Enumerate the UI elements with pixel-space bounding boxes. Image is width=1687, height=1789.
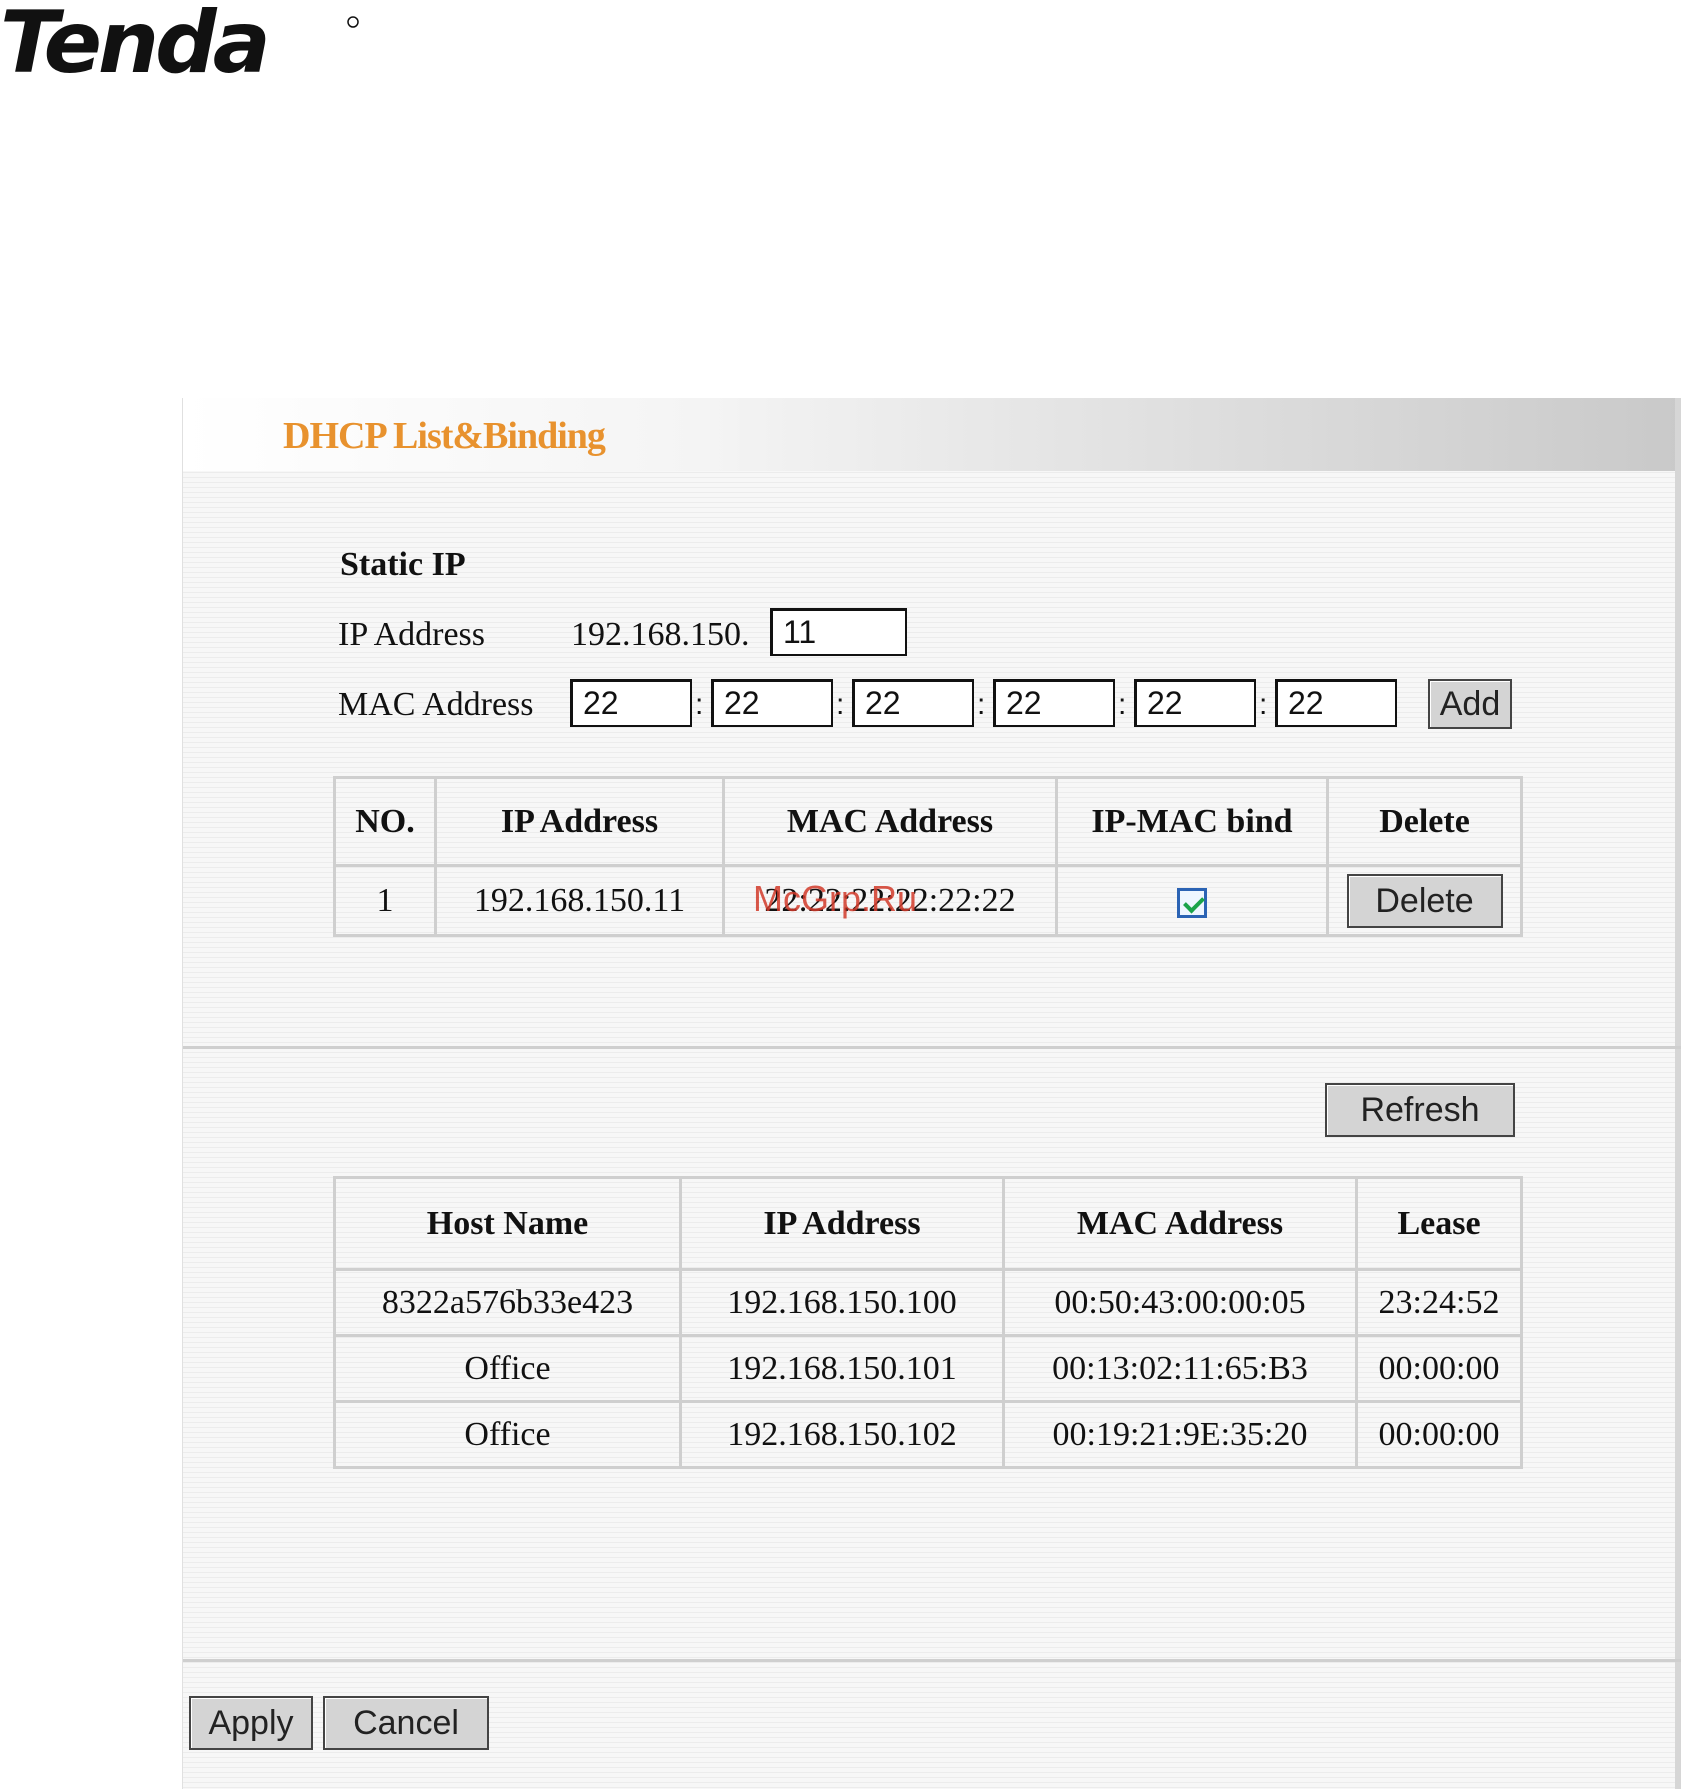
svg-text:Tenda: Tenda (0, 0, 267, 90)
mac-octet-6-input[interactable] (1275, 679, 1397, 727)
cell-no: 1 (333, 864, 437, 937)
mac-octet-5-input[interactable] (1134, 679, 1256, 727)
panel-edge (1675, 398, 1681, 1789)
table-row: 8322a576b33e423 192.168.150.100 00:50:43… (333, 1268, 1523, 1337)
col-header-delete: Delete (1326, 776, 1523, 867)
tenda-logo-wordmark: Tenda (0, 0, 271, 90)
delete-button[interactable]: Delete (1346, 873, 1503, 928)
title-bar: DHCP List&Binding (183, 398, 1681, 471)
cell-delete: Delete (1326, 864, 1523, 937)
add-button[interactable]: Add (1428, 679, 1512, 729)
static-ip-title: Static IP (340, 546, 466, 583)
refresh-button[interactable]: Refresh (1325, 1083, 1515, 1137)
ip-last-octet-input[interactable] (770, 608, 907, 656)
cell-ip-address: 192.168.150.11 (434, 864, 725, 937)
mac-separator: : (695, 688, 704, 721)
cell-ip-mac-bind (1055, 864, 1329, 937)
binding-table: NO. IP Address MAC Address IP-MAC bind D… (333, 776, 1523, 937)
table-row: Office 192.168.150.101 00:13:02:11:65:B3… (333, 1334, 1523, 1403)
mac-separator: : (1118, 688, 1127, 721)
section-divider (183, 1046, 1681, 1049)
cell-mac-address: 00:19:21:9E:35:20 (1002, 1400, 1358, 1469)
cancel-button[interactable]: Cancel (323, 1696, 489, 1750)
footer-divider (183, 1659, 1681, 1662)
col-header-lease: Lease (1355, 1176, 1523, 1271)
col-header-no: NO. (333, 776, 437, 867)
mac-octet-4-input[interactable] (993, 679, 1115, 727)
col-header-ip-mac-bind: IP-MAC bind (1055, 776, 1329, 867)
cell-mac-address: 00:13:02:11:65:B3 (1002, 1334, 1358, 1403)
ip-prefix: 192.168.150. (571, 616, 750, 653)
mac-address-label: MAC Address (338, 686, 534, 723)
dhcp-clients-table: Host Name IP Address MAC Address Lease 8… (333, 1176, 1523, 1469)
cell-ip-address: 192.168.150.102 (679, 1400, 1005, 1469)
col-header-mac-address: MAC Address (722, 776, 1058, 867)
mac-octet-1-input[interactable] (570, 679, 692, 727)
watermark-text: McGrp.Ru (753, 878, 918, 919)
cell-mac-address: 00:50:43:00:00:05 (1002, 1268, 1358, 1337)
cell-ip-address: 192.168.150.101 (679, 1334, 1005, 1403)
cell-lease: 00:00:00 (1355, 1334, 1523, 1403)
ip-mac-bind-checkbox[interactable] (1177, 887, 1207, 918)
page-title: DHCP List&Binding (283, 415, 606, 457)
mac-separator: : (836, 688, 845, 721)
cell-host-name: 8322a576b33e423 (333, 1268, 682, 1337)
mac-separator: : (1259, 688, 1268, 721)
col-header-ip-address: IP Address (434, 776, 725, 867)
cell-lease: 23:24:52 (1355, 1268, 1523, 1337)
col-header-ip-address: IP Address (679, 1176, 1005, 1271)
cell-lease: 00:00:00 (1355, 1400, 1523, 1469)
cell-host-name: Office (333, 1334, 682, 1403)
mac-octet-2-input[interactable] (711, 679, 833, 727)
table-row: 1 192.168.150.11 22:22:22:22:22:22 Delet… (333, 864, 1523, 937)
cell-ip-address: 192.168.150.100 (679, 1268, 1005, 1337)
table-row: Office 192.168.150.102 00:19:21:9E:35:20… (333, 1400, 1523, 1469)
dhcp-panel: DHCP List&Binding Static IP IP Address 1… (182, 398, 1681, 1789)
apply-button[interactable]: Apply (189, 1696, 313, 1750)
col-header-mac-address: MAC Address (1002, 1176, 1358, 1271)
ip-address-label: IP Address (338, 616, 486, 653)
mac-separator: : (977, 688, 986, 721)
mac-octet-3-input[interactable] (852, 679, 974, 727)
cell-host-name: Office (333, 1400, 682, 1469)
col-header-host-name: Host Name (333, 1176, 682, 1271)
tenda-logo: Tenda (0, 0, 359, 90)
